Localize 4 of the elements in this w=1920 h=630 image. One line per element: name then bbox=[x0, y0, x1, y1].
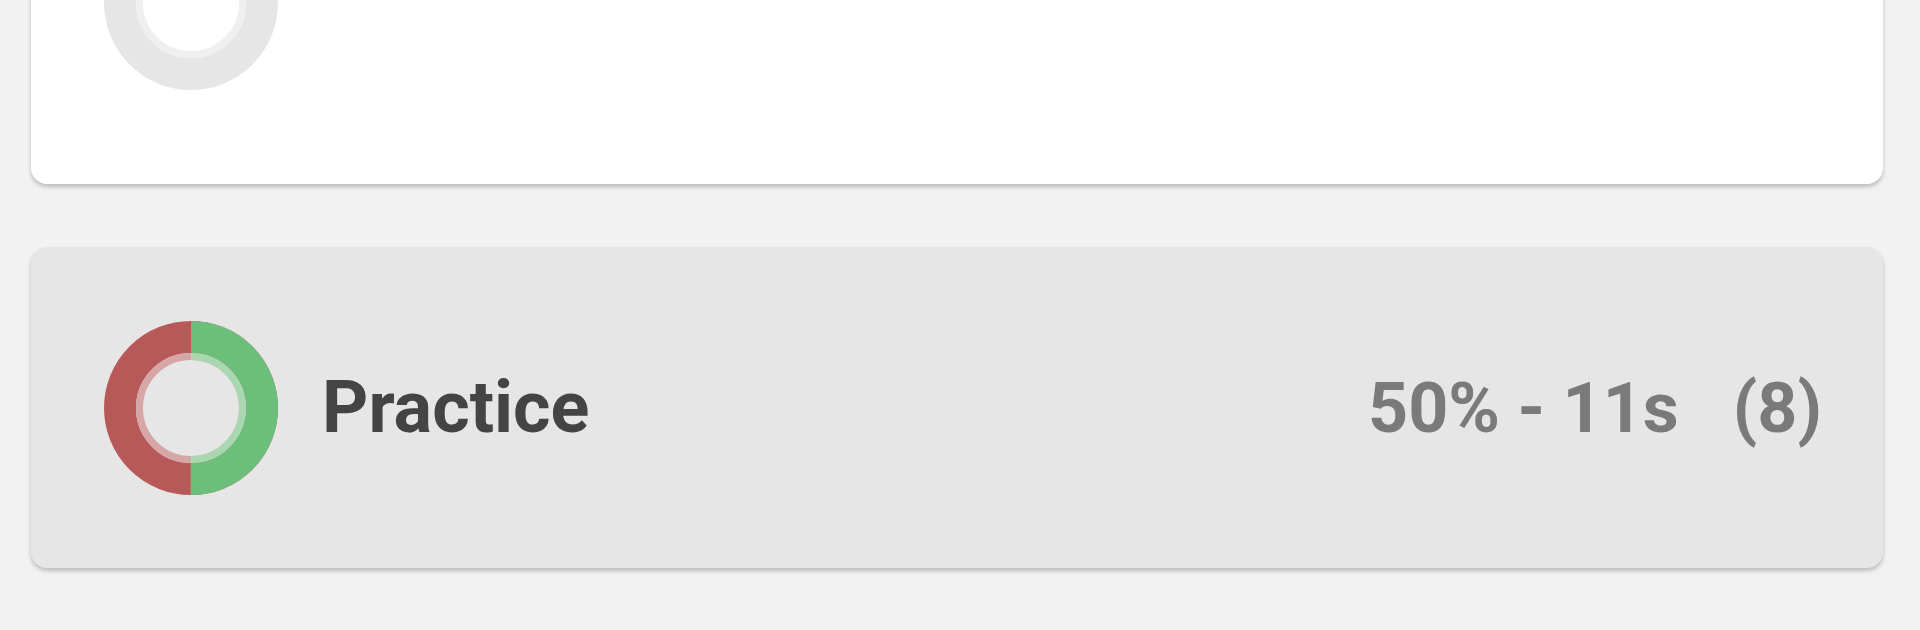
attempt-count: (8) bbox=[1732, 366, 1822, 449]
card-title: Practice bbox=[322, 365, 590, 450]
score-stats: 50% - 11s bbox=[1368, 366, 1679, 449]
card-background[interactable]: Practice 50% - 11s (8) bbox=[31, 247, 1883, 568]
